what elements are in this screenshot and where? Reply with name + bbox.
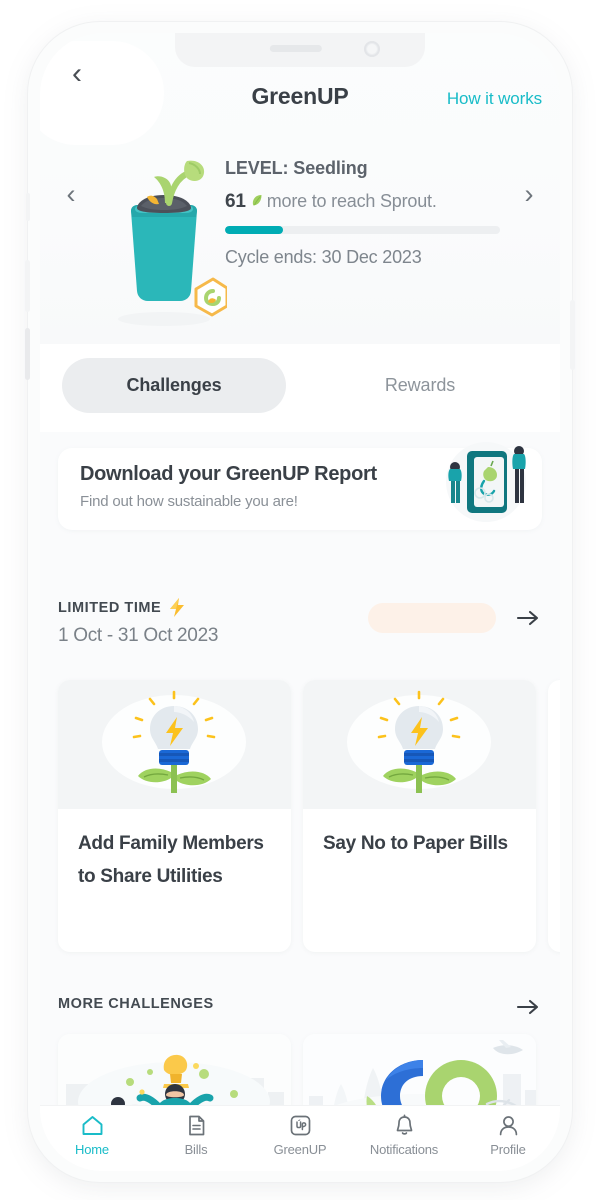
points-value: 61	[225, 191, 246, 212]
arrow-right-icon[interactable]	[514, 605, 542, 631]
points-to-next-level: 61 more to reach Sprout.	[225, 190, 525, 213]
phone-mute-switch[interactable]	[26, 193, 30, 221]
app-bar: ‹ GreenUP How it works	[40, 41, 560, 145]
limited-time-countdown-pill[interactable]	[368, 603, 496, 633]
green-leaf-icon	[252, 194, 262, 206]
how-it-works-link[interactable]: How it works	[447, 89, 542, 109]
nav-item-greenup[interactable]: GreenUP	[248, 1112, 352, 1157]
tab-rewards[interactable]: Rewards	[308, 358, 532, 413]
front-camera-icon	[364, 41, 380, 57]
level-next-button[interactable]: ›	[512, 173, 546, 215]
phone-notch	[175, 33, 425, 67]
cycle-end-date: Cycle ends: 30 Dec 2023	[225, 247, 422, 267]
bell-icon	[391, 1112, 417, 1138]
challenges-content: Download your GreenUP Report Find out ho…	[40, 432, 560, 1144]
download-report-card[interactable]: Download your GreenUP Report Find out ho…	[58, 442, 542, 530]
people-with-phone-report-illustration	[446, 442, 526, 522]
nav-label-greenup: GreenUP	[273, 1142, 327, 1157]
document-icon	[183, 1112, 209, 1138]
chevron-left-icon: ‹	[66, 178, 76, 209]
potted-seedling-illustration	[118, 160, 227, 326]
level-prev-button[interactable]: ‹	[54, 173, 88, 215]
challenge-card-peek[interactable]	[548, 680, 560, 952]
level-progress-fill	[225, 226, 283, 234]
nav-item-notifications[interactable]: Notifications	[352, 1112, 456, 1157]
speaker-grille-icon	[269, 45, 322, 52]
more-challenges-label: MORE CHALLENGES	[58, 996, 214, 1012]
nav-item-bills[interactable]: Bills	[144, 1112, 248, 1157]
phone-power-button[interactable]	[570, 300, 575, 370]
greenup-square-icon	[287, 1112, 313, 1138]
nav-label-notifications: Notifications	[369, 1142, 439, 1157]
chevron-right-icon: ›	[524, 178, 534, 209]
challenge-card[interactable]: Add Family Members to Share Utilities	[58, 680, 291, 952]
nav-label-profile: Profile	[490, 1142, 526, 1157]
report-card-title: Download your GreenUP Report	[80, 463, 377, 485]
challenge-card-image	[58, 680, 291, 809]
phone-volume-down-button[interactable]	[25, 328, 30, 380]
challenge-card-image	[303, 680, 536, 809]
challenge-card[interactable]: Say No to Paper Bills	[303, 680, 536, 952]
level-hero-section: ‹ GreenUP How it works ‹ › LEVEL: Seedli…	[40, 33, 560, 344]
level-progress-bar	[225, 226, 500, 234]
limited-time-header: LIMITED TIME 1 Oct - 31 Oct 2023	[58, 597, 542, 663]
limited-time-dates: 1 Oct - 31 Oct 2023	[58, 625, 219, 646]
phone-volume-up-button[interactable]	[25, 260, 30, 312]
person-icon	[495, 1112, 521, 1138]
phone-screen: ‹ GreenUP How it works ‹ › LEVEL: Seedli…	[40, 33, 560, 1171]
nav-item-home[interactable]: Home	[40, 1112, 144, 1157]
report-card-subtitle: Find out how sustainable you are!	[80, 493, 298, 510]
tab-challenges[interactable]: Challenges	[62, 358, 286, 413]
tab-bar: Challenges Rewards	[40, 344, 560, 432]
challenge-card-title: Say No to Paper Bills	[323, 833, 508, 854]
level-title: LEVEL: Seedling	[225, 158, 368, 178]
home-icon	[79, 1112, 105, 1138]
nav-label-bills: Bills	[184, 1142, 208, 1157]
nav-item-profile[interactable]: Profile	[456, 1112, 560, 1157]
challenge-card-title: Add Family Members to Share Utilities	[78, 833, 264, 887]
arrow-right-icon[interactable]	[514, 994, 542, 1020]
bottom-navigation-bar: Home Bills GreenUP Notifications Profile	[40, 1105, 560, 1171]
points-suffix: more to reach Sprout.	[266, 191, 437, 211]
lightbulb-plant-illustration	[347, 690, 491, 793]
lightbulb-plant-illustration	[102, 690, 246, 793]
lightning-bolt-icon	[170, 598, 185, 617]
nav-label-home: Home	[75, 1142, 109, 1157]
limited-time-label: LIMITED TIME	[58, 597, 187, 618]
more-challenges-header: MORE CHALLENGES	[58, 994, 542, 1020]
level-info: LEVEL: Seedling 61 more to reach Sprout.…	[225, 158, 525, 268]
